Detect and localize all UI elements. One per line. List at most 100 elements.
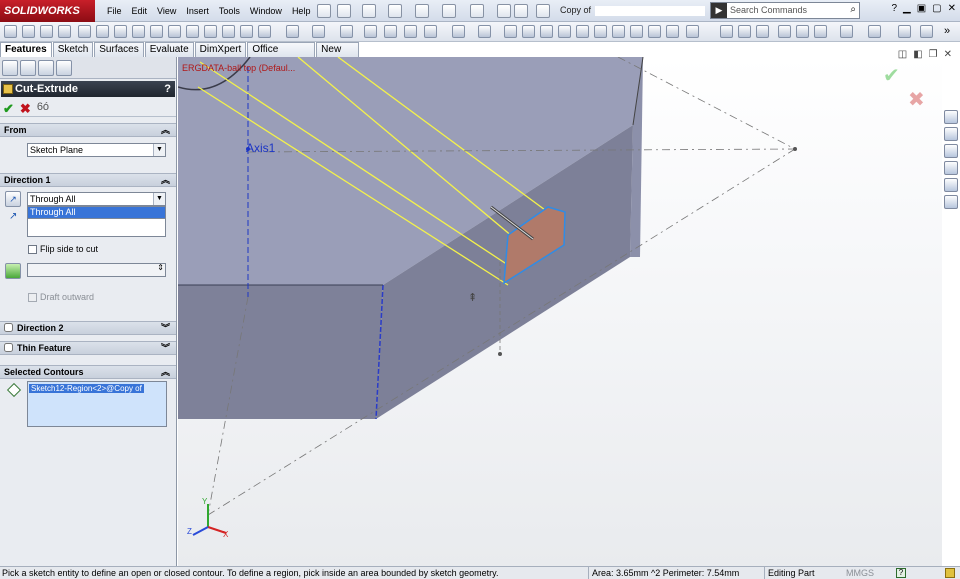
display-manager-tab-icon[interactable] — [56, 60, 72, 76]
mirror-entities-icon[interactable] — [558, 25, 571, 38]
display-relations-icon[interactable] — [594, 25, 607, 38]
from-group-header[interactable]: From ︽ — [0, 123, 176, 137]
collapse-chevron-icon[interactable]: ︽ — [161, 174, 170, 187]
expand-chevron-icon[interactable]: ︾ — [161, 322, 170, 335]
model-view[interactable]: ⇞ — [178, 57, 942, 566]
list-item[interactable]: Sketch12-Region<2>@Copy of — [29, 384, 144, 393]
end-condition-select[interactable]: Through All ▼ — [27, 192, 166, 206]
expand-chevron-icon[interactable]: ︾ — [161, 342, 170, 355]
search-input[interactable]: Search Commands — [730, 5, 807, 15]
resources-icon[interactable] — [944, 110, 958, 124]
ok-checkmark-icon[interactable]: ✔ — [3, 101, 14, 116]
tab-dimxpert[interactable]: DimXpert — [194, 42, 247, 57]
dome-icon[interactable] — [258, 25, 271, 38]
view-orientation-icon[interactable] — [796, 25, 809, 38]
maximize-icon[interactable]: ▢ — [932, 3, 941, 14]
draft-icon[interactable] — [240, 25, 253, 38]
rebuild-indicator-icon[interactable] — [945, 568, 955, 578]
hide-show-items-icon[interactable] — [840, 25, 853, 38]
extruded-boss-icon[interactable] — [4, 25, 17, 38]
viewport-close-icon[interactable]: ✕ — [944, 49, 952, 60]
tab-sketch[interactable]: Sketch — [52, 42, 94, 57]
tab-new-tab[interactable]: New Tab — [316, 42, 359, 69]
offset-entities-icon[interactable] — [540, 25, 553, 38]
menu-window[interactable]: Window — [245, 4, 287, 18]
selected-contours-list[interactable]: Sketch12-Region<2>@Copy of — [27, 381, 167, 427]
detailed-preview-icon[interactable]: 6ó — [37, 101, 49, 114]
from-start-condition-select[interactable]: Sketch Plane ▼ — [27, 143, 166, 157]
move-entities-icon[interactable] — [576, 25, 589, 38]
spline-icon[interactable] — [478, 25, 491, 38]
depth-spinbox[interactable]: ⇕ — [27, 263, 166, 277]
instant3d-icon[interactable] — [384, 25, 397, 38]
swept-boss-icon[interactable] — [40, 25, 53, 38]
file-explorer-icon[interactable] — [944, 144, 958, 158]
shell-icon[interactable] — [222, 25, 235, 38]
solidworks-logo[interactable]: SOLIDWORKS — [0, 0, 95, 22]
menu-tools[interactable]: Tools — [214, 4, 245, 18]
tab-features[interactable]: Features — [0, 42, 52, 57]
linear-pattern-icon[interactable] — [286, 25, 299, 38]
spinner-icon[interactable]: ⇕ — [157, 263, 164, 272]
print-icon[interactable] — [415, 4, 429, 18]
model-side-face[interactable] — [178, 285, 383, 419]
viewport-restore-icon[interactable]: ◫ — [898, 49, 907, 60]
view-settings-icon[interactable] — [920, 25, 933, 38]
custom-properties-icon[interactable] — [944, 195, 958, 209]
trim-icon[interactable] — [504, 25, 517, 38]
smart-dimension-icon[interactable] — [452, 25, 465, 38]
construction-point[interactable] — [793, 147, 797, 151]
tab-office-products[interactable]: Office Products — [247, 42, 316, 69]
chevron-down-icon[interactable]: ▼ — [153, 144, 165, 156]
menu-insert[interactable]: Insert — [181, 4, 214, 18]
fillet-icon[interactable] — [168, 25, 181, 38]
menu-help[interactable]: Help — [287, 4, 316, 18]
save-icon[interactable] — [388, 4, 402, 18]
lofted-boss-icon[interactable] — [58, 25, 71, 38]
search-icon[interactable]: ⌕ — [850, 4, 856, 15]
revolved-boss-icon[interactable] — [22, 25, 35, 38]
help-button[interactable]: ? — [164, 81, 171, 97]
direction-selection-box[interactable] — [27, 218, 166, 237]
quick-snaps-icon[interactable] — [630, 25, 643, 38]
section-view-icon[interactable] — [778, 25, 791, 38]
direction1-group-header[interactable]: Direction 1 ︽ — [0, 173, 176, 187]
close-icon[interactable]: ✕ — [948, 3, 956, 14]
dropdown-option-through-all[interactable]: Through All — [28, 207, 165, 218]
menu-view[interactable]: View — [152, 4, 181, 18]
units-selector[interactable]: MMGS — [838, 567, 874, 579]
search-type-icon[interactable]: ▶ — [711, 3, 727, 18]
hole-wizard-icon[interactable] — [96, 25, 109, 38]
view-palette-icon[interactable] — [944, 161, 958, 175]
search-commands[interactable]: ▶ Search Commands ⌕ — [710, 2, 860, 19]
confirm-cancel-icon[interactable]: ✖ — [908, 87, 925, 112]
selected-contours-group-header[interactable]: Selected Contours ︽ — [0, 365, 176, 379]
sketch-icon[interactable] — [666, 25, 679, 38]
minimize-icon[interactable]: ▁ — [903, 3, 911, 14]
appearances-icon[interactable] — [944, 178, 958, 192]
reference-geometry-icon[interactable] — [340, 25, 353, 38]
property-manager-tab-icon[interactable] — [20, 60, 36, 76]
toolbar-overflow-icon[interactable]: » — [944, 25, 950, 37]
lofted-cut-icon[interactable] — [150, 25, 163, 38]
chevron-down-icon[interactable]: ▼ — [153, 193, 165, 205]
graphics-area[interactable]: ⇞ ERGDATA-ball top (Defaul... Axis1 Y X … — [178, 57, 942, 566]
rib-icon[interactable] — [204, 25, 217, 38]
direction2-group-header[interactable]: Direction 2 ︾ — [0, 321, 176, 335]
rapid-sketch-icon[interactable] — [648, 25, 661, 38]
new-document-icon[interactable] — [337, 4, 351, 18]
collapse-chevron-icon[interactable]: ︽ — [161, 366, 170, 379]
edit-appearance-icon[interactable] — [868, 25, 881, 38]
collapse-chevron-icon[interactable]: ︽ — [161, 124, 170, 137]
cancel-x-icon[interactable]: ✖ — [20, 101, 31, 116]
options-icon[interactable] — [536, 4, 550, 18]
reverse-direction-icon[interactable]: ↗ — [5, 191, 21, 207]
intersect-icon[interactable] — [424, 25, 437, 38]
thin-feature-checkbox[interactable] — [4, 343, 13, 352]
select-icon[interactable] — [470, 4, 484, 18]
help-icon[interactable]: ? — [891, 3, 897, 14]
swept-cut-icon[interactable] — [132, 25, 145, 38]
zoom-to-fit-icon[interactable] — [720, 25, 733, 38]
chamfer-icon[interactable] — [186, 25, 199, 38]
file-properties-icon[interactable] — [514, 4, 528, 18]
